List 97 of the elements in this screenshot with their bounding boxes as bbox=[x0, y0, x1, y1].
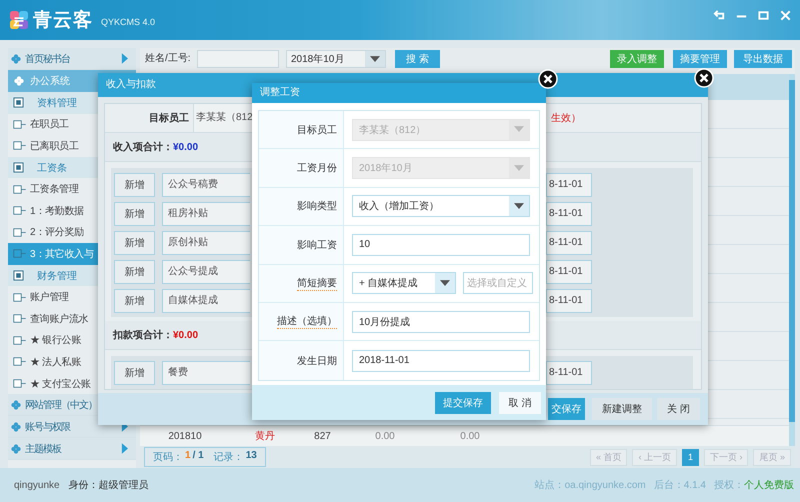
input-field[interactable]: 10月份提成 bbox=[352, 310, 530, 333]
date-field[interactable]: 8-11-01 bbox=[546, 288, 592, 312]
tree-node-icon bbox=[13, 118, 28, 130]
user-name: qingyunke bbox=[14, 480, 60, 490]
total-label: 扣款项合计： bbox=[113, 328, 173, 342]
app-version: QYKCMS 4.0 bbox=[101, 17, 156, 27]
tree-node-icon bbox=[13, 140, 28, 152]
item-field[interactable]: 餐费 bbox=[162, 360, 250, 384]
license-value: 个人免费版 bbox=[744, 478, 794, 492]
item-field[interactable]: 公众号提成 bbox=[162, 260, 250, 284]
tree-node-icon bbox=[13, 292, 28, 303]
item-field[interactable]: 原创补贴 bbox=[162, 230, 250, 254]
back-arrow-icon[interactable] bbox=[713, 9, 726, 22]
dialog-title: 调整工资 bbox=[252, 83, 546, 103]
tree-node-icon bbox=[13, 334, 28, 346]
field-label: 影响类型 bbox=[297, 200, 337, 214]
date-field[interactable]: 8-11-01 bbox=[546, 230, 592, 254]
input-field[interactable]: 2018-11-01 bbox=[352, 350, 530, 372]
logo-icon bbox=[10, 11, 28, 29]
item-field[interactable]: 公众号稿费 bbox=[162, 172, 250, 196]
add-button[interactable]: 新增 bbox=[114, 360, 155, 384]
select-field[interactable]: 收入（增加工资） bbox=[352, 195, 530, 218]
records-count: 13 bbox=[246, 450, 257, 463]
field-label: 目标员工 bbox=[297, 124, 337, 137]
status-note: 生效） bbox=[551, 112, 581, 125]
input-field[interactable]: 选择或自定义 bbox=[463, 272, 533, 294]
tree-node-icon bbox=[13, 226, 28, 238]
total-label: 收入项合计： bbox=[113, 140, 173, 154]
tree-item[interactable]: 在职员工 bbox=[8, 114, 136, 136]
input-field[interactable]: 10 bbox=[352, 234, 530, 256]
tree-node-icon bbox=[13, 205, 28, 216]
caret-icon bbox=[370, 56, 380, 62]
table-cell-text: 黄丹 bbox=[254, 430, 276, 443]
caret-icon bbox=[440, 280, 450, 287]
dialog-button[interactable]: 新建调整 bbox=[592, 398, 652, 420]
field-label: 描述（选填） bbox=[277, 314, 337, 330]
table-cell-text: 0.00 bbox=[459, 430, 481, 442]
tree-node-icon bbox=[13, 313, 28, 324]
table-cell-text: 827 bbox=[313, 430, 332, 442]
name-label: 姓名/工号: bbox=[145, 52, 192, 66]
folder-square-icon bbox=[13, 162, 24, 174]
app-name: 青云客 bbox=[33, 8, 93, 33]
folder-square-icon bbox=[13, 97, 24, 108]
site-info: 站点：oa.qingyunke.com bbox=[534, 478, 646, 492]
employee-value: 李某某（812 bbox=[193, 104, 255, 132]
date-field[interactable]: 8-11-01 bbox=[546, 172, 592, 196]
arrow-icon bbox=[121, 443, 128, 454]
tree-node-icon bbox=[13, 248, 28, 260]
flower-icon bbox=[11, 444, 21, 454]
add-button[interactable]: 新增 bbox=[114, 288, 155, 312]
version-info: 后台：4.1.4 bbox=[654, 478, 706, 492]
field-label: 工资月份 bbox=[297, 162, 337, 176]
select-field[interactable]: + 自媒体提成 bbox=[352, 272, 456, 294]
flower-icon bbox=[14, 76, 24, 86]
page-total: / 1 bbox=[192, 450, 204, 463]
table-cell-text: 201810 bbox=[167, 430, 203, 442]
maximize-icon[interactable] bbox=[757, 9, 770, 22]
dialog-button[interactable]: 关 闭 bbox=[657, 398, 700, 420]
total-amount: ¥0.00 bbox=[173, 330, 198, 340]
date-field[interactable]: 8-11-01 bbox=[546, 202, 592, 226]
add-button[interactable]: 新增 bbox=[114, 230, 155, 254]
flower-icon bbox=[11, 400, 21, 410]
page-number: 1 bbox=[185, 450, 191, 463]
add-button[interactable]: 新增 bbox=[114, 172, 155, 196]
close-icon[interactable] bbox=[694, 68, 714, 88]
folder-square-icon bbox=[13, 270, 24, 282]
tree-node-icon bbox=[13, 184, 28, 195]
dialog-button[interactable]: 取 消 bbox=[499, 392, 541, 414]
add-button[interactable]: 新增 bbox=[114, 260, 155, 284]
item-field[interactable]: 租房补贴 bbox=[162, 202, 250, 226]
flower-icon bbox=[11, 54, 21, 64]
records-label: 记录： bbox=[214, 451, 244, 464]
tree-node-icon bbox=[13, 378, 28, 390]
tree-node-icon bbox=[13, 356, 28, 368]
field-label: 影响工资 bbox=[297, 238, 337, 252]
caret-icon bbox=[514, 202, 524, 210]
scrollbar[interactable] bbox=[789, 74, 795, 446]
item-field[interactable]: 自媒体提成 bbox=[162, 288, 250, 312]
field-label: 发生日期 bbox=[297, 354, 337, 368]
date-field[interactable]: 8-11-01 bbox=[546, 260, 592, 284]
month-select[interactable]: 2018年10月 bbox=[286, 50, 386, 68]
table-cell-text: 0.00 bbox=[374, 430, 396, 442]
sidebar-item[interactable]: 主题模板 bbox=[8, 438, 136, 460]
sidebar-item[interactable]: 首页秘书台 bbox=[8, 48, 136, 70]
add-button[interactable]: 新增 bbox=[114, 202, 155, 226]
close-icon[interactable] bbox=[538, 69, 558, 89]
flower-icon bbox=[11, 422, 21, 432]
user-role: 身份：超级管理员 bbox=[68, 478, 149, 492]
caret-icon bbox=[514, 164, 524, 172]
page-label: 页码： bbox=[153, 451, 183, 464]
license-label: 授权： bbox=[714, 478, 744, 492]
field-label: 目标员工 bbox=[148, 112, 190, 125]
name-field[interactable] bbox=[197, 50, 279, 68]
field-label: 简短摘要 bbox=[297, 276, 337, 291]
total-amount: ¥0.00 bbox=[173, 142, 198, 152]
date-field[interactable]: 8-11-01 bbox=[546, 360, 592, 384]
arrow-icon bbox=[121, 53, 128, 64]
